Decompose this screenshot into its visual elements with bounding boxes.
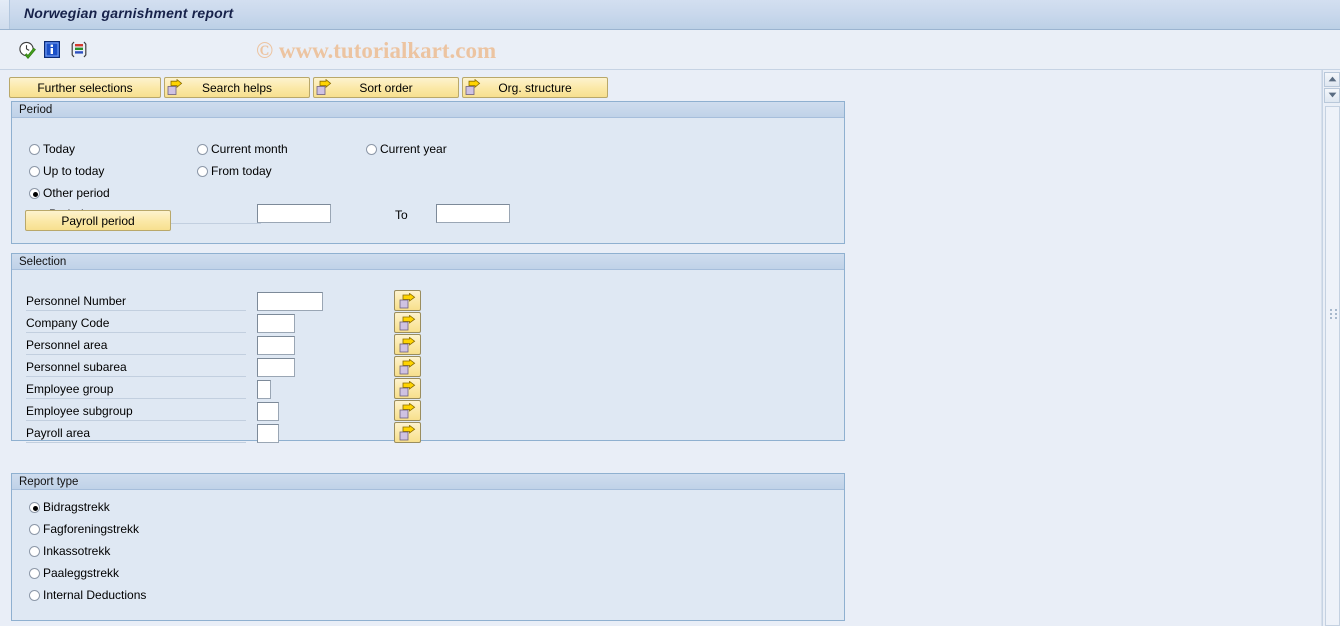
company-code-input[interactable] (257, 314, 295, 333)
employee-group-input[interactable] (257, 380, 271, 399)
org-structure-label: Org. structure (498, 80, 572, 95)
arrow-right-icon (465, 78, 481, 96)
personnel-subarea-input[interactable] (257, 358, 295, 377)
period-from-input[interactable] (257, 204, 331, 223)
radio-label: Current month (211, 142, 288, 156)
search-helps-button[interactable]: Search helps (164, 77, 310, 98)
radio-indicator (29, 187, 40, 199)
radio-bidragstrekk[interactable]: Bidragstrekk (29, 500, 110, 514)
radio-from-today[interactable]: From today (197, 164, 272, 178)
radio-indicator (29, 545, 40, 557)
radio-indicator (29, 589, 40, 601)
period-panel-title: Period (12, 102, 844, 118)
personnel-number-input[interactable] (257, 292, 323, 311)
radio-label: Inkassotrekk (43, 544, 111, 558)
personnel-number-label: Personnel Number (26, 294, 246, 311)
employee-group-multiselect-button[interactable] (394, 378, 421, 399)
selection-panel-title: Selection (12, 254, 844, 270)
radio-inkassotrekk[interactable]: Inkassotrekk (29, 544, 110, 558)
radio-internal-deductions[interactable]: Internal Deductions (29, 588, 146, 602)
radio-label: Up to today (43, 164, 105, 178)
arrow-right-icon (399, 292, 416, 309)
radio-indicator (197, 165, 208, 177)
multiple-selection-icon[interactable] (70, 41, 88, 61)
personnel-area-label: Personnel area (26, 338, 246, 355)
radio-label: Other period (43, 186, 110, 200)
radio-indicator (29, 165, 40, 177)
radio-other-period[interactable]: Other period (29, 186, 110, 200)
radio-label: From today (211, 164, 272, 178)
radio-label: Fagforeningstrekk (43, 522, 140, 536)
arrow-right-icon (316, 78, 332, 96)
report-type-panel-title: Report type (12, 474, 844, 490)
radio-label: Paaleggstrekk (43, 566, 120, 580)
radio-indicator (29, 567, 40, 579)
payroll-area-input[interactable] (257, 424, 279, 443)
scrollbar-track[interactable] (1325, 106, 1340, 626)
title-bar-left-edge (0, 0, 10, 29)
payroll-period-button[interactable]: Payroll period (25, 210, 171, 231)
arrow-right-icon (399, 402, 416, 419)
scrollbar-grip[interactable] (1330, 307, 1339, 325)
radio-indicator (366, 143, 377, 155)
window-title-bar: Norwegian garnishment report (0, 0, 1340, 30)
radio-label: Internal Deductions (43, 588, 147, 602)
period-to-label: To (395, 208, 408, 222)
period-to-input[interactable] (436, 204, 510, 223)
arrow-right-icon (399, 358, 416, 375)
sort-order-label: Sort order (359, 80, 413, 95)
search-helps-label: Search helps (201, 80, 273, 95)
arrow-right-icon (399, 424, 416, 441)
radio-today[interactable]: Today (29, 142, 75, 156)
selection-panel: Selection Personnel Number Company Code (11, 253, 845, 443)
personnel-area-multiselect-button[interactable] (394, 334, 421, 355)
sort-order-button[interactable]: Sort order (313, 77, 459, 98)
execute-clock-check-icon[interactable] (18, 41, 37, 63)
personnel-subarea-multiselect-button[interactable] (394, 356, 421, 377)
radio-indicator (197, 143, 208, 155)
further-selections-label: Further selections (37, 80, 133, 95)
employee-group-label: Employee group (26, 382, 246, 399)
payroll-period-label: Payroll period (61, 213, 135, 228)
action-button-row: Further selections Search helps Sort ord… (9, 77, 611, 98)
radio-label: Today (43, 142, 76, 156)
radio-indicator (29, 523, 40, 535)
personnel-area-input[interactable] (257, 336, 295, 355)
employee-subgroup-label: Employee subgroup (26, 404, 246, 421)
employee-subgroup-input[interactable] (257, 402, 279, 421)
arrow-right-icon (399, 336, 416, 353)
further-selections-button[interactable]: Further selections (9, 77, 161, 98)
payroll-area-label: Payroll area (26, 426, 246, 443)
arrow-right-icon (399, 380, 416, 397)
report-type-panel: Report type Bidragstrekk Fagforeningstre… (11, 473, 845, 621)
radio-current-month[interactable]: Current month (197, 142, 288, 156)
sap-selection-screen: Norwegian garnishment report © www.tutor… (0, 0, 1340, 626)
employee-subgroup-multiselect-button[interactable] (394, 400, 421, 421)
personnel-subarea-label: Personnel subarea (26, 360, 246, 377)
radio-label: Bidragstrekk (43, 500, 110, 514)
radio-indicator (29, 501, 40, 513)
arrow-right-icon (399, 314, 416, 331)
vertical-scrollbar[interactable] (1322, 70, 1340, 626)
scroll-up-arrow-icon[interactable] (1324, 72, 1340, 87)
company-code-label: Company Code (26, 316, 246, 333)
information-icon[interactable] (44, 41, 60, 61)
radio-label: Current year (380, 142, 447, 156)
company-code-multiselect-button[interactable] (394, 312, 421, 333)
radio-paaleggstrekk[interactable]: Paaleggstrekk (29, 566, 119, 580)
radio-fagforeningstrekk[interactable]: Fagforeningstrekk (29, 522, 139, 536)
radio-indicator (29, 143, 40, 155)
arrow-right-icon (167, 78, 183, 96)
org-structure-button[interactable]: Org. structure (462, 77, 608, 98)
icon-toolbar (0, 30, 1340, 70)
personnel-number-multiselect-button[interactable] (394, 290, 421, 311)
radio-up-to-today[interactable]: Up to today (29, 164, 104, 178)
page-title: Norwegian garnishment report (24, 5, 234, 21)
scroll-down-arrow-icon[interactable] (1324, 88, 1340, 103)
payroll-area-multiselect-button[interactable] (394, 422, 421, 443)
radio-current-year[interactable]: Current year (366, 142, 447, 156)
